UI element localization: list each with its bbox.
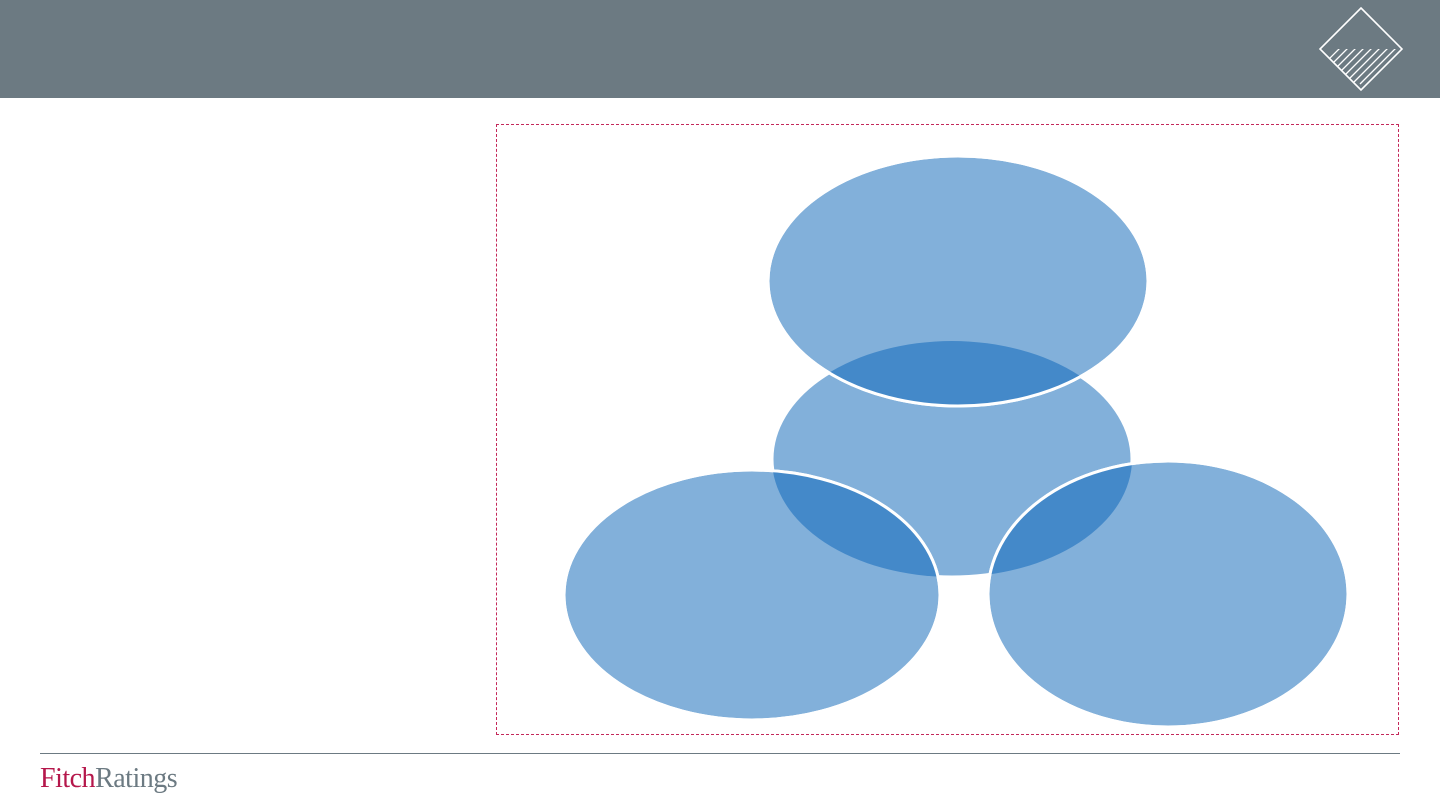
slide: FitchRatings (0, 0, 1440, 810)
brand-ratings: Ratings (95, 763, 178, 794)
footer-divider (40, 753, 1400, 754)
fitch-ratings-wordmark: FitchRatings (40, 762, 178, 796)
brand-fitch: Fitch (40, 763, 96, 794)
header-bar (0, 0, 1440, 98)
fitch-diamond-logo-icon (1318, 6, 1404, 92)
venn-diagram (562, 154, 1350, 729)
diagram-placeholder-frame (496, 124, 1399, 735)
